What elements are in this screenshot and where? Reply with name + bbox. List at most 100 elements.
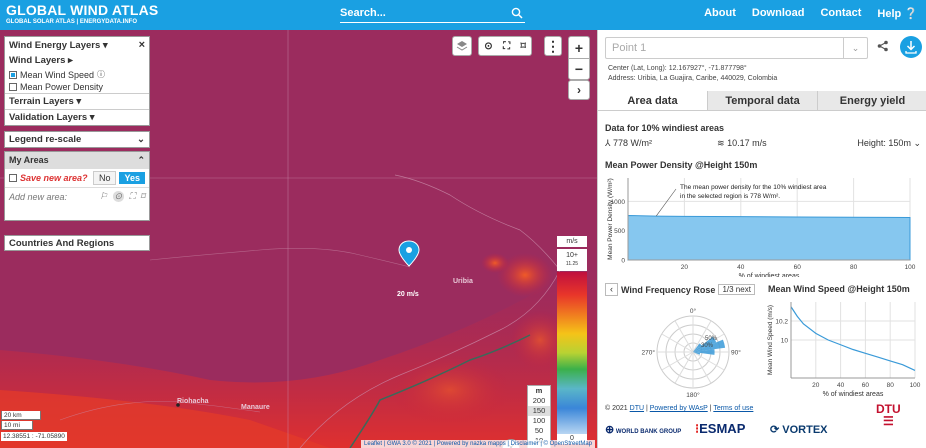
partner-esmap[interactable]: ⁝ESMAP: [695, 421, 745, 437]
power-area: [627, 214, 911, 261]
point-tool-icon[interactable]: ⊙: [484, 41, 492, 52]
height-option[interactable]: 200: [528, 396, 550, 406]
expand-panel-button[interactable]: ›: [568, 80, 590, 100]
close-icon[interactable]: ×: [139, 39, 145, 51]
height-option[interactable]: 50: [528, 426, 550, 436]
brand-subtitle[interactable]: GLOBAL SOLAR ATLAS | ENERGYDATA.INFO: [6, 18, 158, 26]
dtu-link[interactable]: DTU: [630, 405, 644, 412]
point-select[interactable]: Point 1 ⌄: [605, 37, 868, 59]
speed-line: [790, 306, 916, 371]
rose-pager: 1/3 next: [718, 284, 755, 295]
download-button[interactable]: [900, 36, 922, 58]
zoom-out-button[interactable]: −: [568, 58, 590, 80]
search-input[interactable]: [340, 5, 500, 21]
download-icon: [905, 41, 917, 54]
scale-km: 20 km: [1, 411, 41, 420]
basemap-layers-icon[interactable]: [452, 36, 472, 56]
tab-energy-yield[interactable]: Energy yield: [818, 91, 926, 110]
location-marker[interactable]: [398, 240, 420, 267]
wasp-link[interactable]: Powered by WAsP: [650, 405, 708, 412]
speed-value: 10.17 m/s: [727, 138, 767, 148]
partner-world-bank[interactable]: ⊕ WORLD BANK GROUP: [605, 423, 681, 436]
rose-direction-label: 180°: [686, 391, 700, 399]
layer-option-label: Mean Wind Speed: [20, 69, 95, 80]
rose-ring-label: 50%: [705, 336, 718, 342]
power-stat: ⅄ 778 W/m²: [605, 138, 717, 149]
height-dropdown[interactable]: Height: 150m ⌄: [857, 138, 921, 149]
checkbox-icon[interactable]: [9, 70, 17, 79]
country-select-icon[interactable]: ⚐: [99, 191, 107, 202]
place-label: Uribia: [453, 278, 473, 285]
checkbox-icon[interactable]: [9, 83, 17, 91]
info-icon[interactable]: ⓘ: [97, 69, 105, 80]
rectangle-select-icon[interactable]: ⛶: [129, 191, 135, 202]
layer-option-mean-wind-speed[interactable]: Mean Wind Speed ⓘ: [5, 68, 149, 81]
wind-layers-header[interactable]: Wind Layers ▸: [5, 53, 149, 68]
countries-and-regions[interactable]: Countries And Regions: [4, 235, 150, 251]
height-selector: m 200 150 100 50 10: [527, 385, 551, 448]
help-icon: ❔: [904, 8, 918, 20]
power-annotation: in the selected region is 778 W/m².: [680, 193, 780, 200]
rose-nav: ‹ Wind Frequency Rose 1/3 next: [605, 283, 755, 296]
terms-link[interactable]: Terms of use: [713, 405, 753, 412]
x-tick-label: 60: [794, 264, 802, 271]
wind-layers-label: Wind Layers: [9, 55, 66, 66]
main-nav: About Download Contact Help ❔: [704, 7, 918, 20]
area-checkbox-icon[interactable]: [9, 174, 17, 182]
cursor-coords: 12.38551 : -71.05890: [1, 432, 67, 441]
legend-rescale-toggle[interactable]: Legend re-scale ⌄: [4, 131, 150, 148]
my-areas-header[interactable]: My Areas ⌃: [5, 152, 149, 169]
partner-world-bank-label: WORLD BANK GROUP: [615, 429, 682, 435]
partner-vortex[interactable]: ⟳ VORTEX: [770, 423, 828, 436]
point-select-icon[interactable]: ⊙: [112, 191, 125, 202]
height-option-active[interactable]: 150: [528, 406, 550, 416]
nav-contact[interactable]: Contact: [820, 7, 861, 20]
search-box: [340, 5, 525, 23]
layer-option-label: Mean Power Density: [20, 82, 104, 92]
annotation-leader: [655, 188, 677, 217]
rose-next-button[interactable]: next: [736, 285, 751, 294]
partner-dtu[interactable]: DTU ☰: [876, 403, 901, 427]
legend-top: 10+ 11.25: [557, 249, 587, 271]
rose-page: 1/3: [722, 285, 734, 294]
x-tick-label: 100: [905, 264, 916, 271]
zoom-in-button[interactable]: +: [568, 36, 590, 58]
y-tick-label: 10: [781, 338, 789, 345]
more-menu-icon[interactable]: ⋮: [544, 36, 562, 56]
polygon-select-icon[interactable]: ⌑: [140, 191, 145, 202]
nav-about[interactable]: About: [704, 7, 736, 20]
y-tick-label: 0: [621, 258, 625, 265]
brand-logo[interactable]: GLOBAL WIND ATLAS GLOBAL SOLAR ATLAS | E…: [6, 3, 158, 26]
share-icon[interactable]: [877, 40, 889, 52]
tab-temporal-data[interactable]: Temporal data: [708, 91, 818, 110]
search-icon[interactable]: [511, 7, 523, 19]
no-button[interactable]: No: [92, 171, 117, 185]
save-area-row: Save new area? No Yes: [5, 169, 149, 188]
wind-rose-chart: 0° 90° 180° 270° 30%50%: [642, 307, 742, 399]
x-tick-label: 60: [862, 382, 870, 389]
chevron-down-icon: ⌄: [913, 138, 921, 148]
validation-layers-label: Validation Layers: [9, 112, 88, 123]
terrain-layers-header[interactable]: Terrain Layers ▾: [5, 94, 149, 109]
nav-help[interactable]: Help ❔: [877, 7, 918, 20]
rose-prev-button[interactable]: ‹: [605, 283, 618, 296]
map-view[interactable]: Uribia Riohacha Manaure 20 m/s Wind Ener…: [0, 30, 597, 448]
x-tick-label: 100: [910, 382, 921, 389]
chevron-right-icon: ›: [577, 83, 581, 97]
scale-mi: 10 mi: [1, 421, 33, 430]
validation-layers-header[interactable]: Validation Layers ▾: [5, 110, 149, 125]
rectangle-tool-icon[interactable]: ⛶: [503, 41, 510, 52]
tab-area-data[interactable]: Area data: [598, 91, 708, 110]
map-attribution[interactable]: Leaflet | GWA 3.0 © 2021 | Powered by na…: [361, 440, 595, 448]
height-option[interactable]: 100: [528, 416, 550, 426]
turbine-icon: ⅄: [605, 138, 611, 148]
yes-button[interactable]: Yes: [119, 172, 145, 184]
wind-energy-layers-header[interactable]: Wind Energy Layers ▾ ×: [5, 37, 149, 53]
nav-download[interactable]: Download: [752, 7, 805, 20]
polygon-tool-icon[interactable]: ⌑: [521, 41, 526, 52]
rose-direction-label: 90°: [731, 349, 741, 357]
x-tick-label: 20: [681, 264, 689, 271]
layer-option-mean-power-density[interactable]: Mean Power Density: [5, 81, 149, 93]
speed-chart-title: Mean Wind Speed @Height 150m: [768, 284, 910, 294]
x-tick-label: 80: [850, 264, 858, 271]
